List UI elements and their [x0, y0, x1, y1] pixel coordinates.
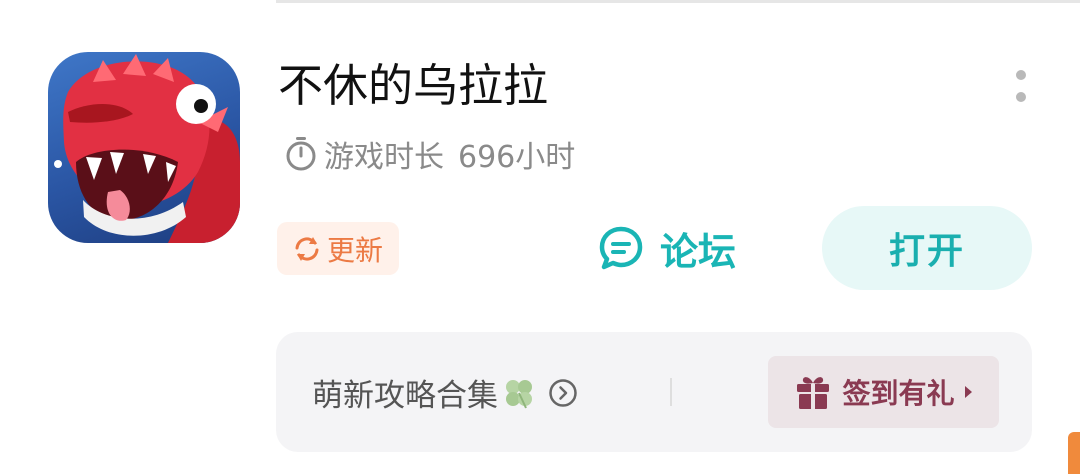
refresh-icon — [295, 236, 319, 261]
open-button[interactable]: 打开 — [822, 206, 1032, 290]
caret-right-icon — [964, 386, 972, 398]
forum-label: 论坛 — [660, 229, 737, 274]
clover-icon — [506, 379, 532, 408]
chevron-right-circle-icon — [549, 378, 577, 407]
chat-bubble-icon — [599, 226, 643, 270]
update-label: 更新 — [326, 233, 383, 267]
guide-link[interactable]: 萌新攻略合集 — [312, 370, 578, 415]
top-divider — [276, 0, 1080, 3]
stopwatch-icon — [286, 137, 316, 171]
panel-divider — [670, 378, 672, 406]
more-options-icon[interactable] — [1008, 70, 1034, 106]
playtime-row: 游戏时长 696小时 — [284, 132, 575, 176]
bottom-panel: 萌新攻略合集 签到有礼 — [276, 332, 1032, 452]
open-label: 打开 — [888, 231, 965, 272]
signin-label: 签到有礼 — [842, 377, 955, 410]
playtime-value: 696小时 — [458, 140, 576, 175]
playtime-label: 游戏时长 — [324, 140, 444, 175]
update-button[interactable]: 更新 — [277, 222, 399, 275]
gift-icon — [797, 377, 830, 409]
signin-reward-button[interactable]: 签到有礼 — [768, 356, 999, 428]
guide-label: 萌新攻略合集 — [312, 378, 498, 414]
forum-button[interactable]: 论坛 — [598, 222, 736, 274]
app-icon[interactable] — [48, 52, 240, 243]
dragon-game-icon — [54, 54, 240, 243]
scroll-indicator[interactable] — [1068, 432, 1080, 474]
app-title: 不休的乌拉拉 — [278, 59, 549, 112]
